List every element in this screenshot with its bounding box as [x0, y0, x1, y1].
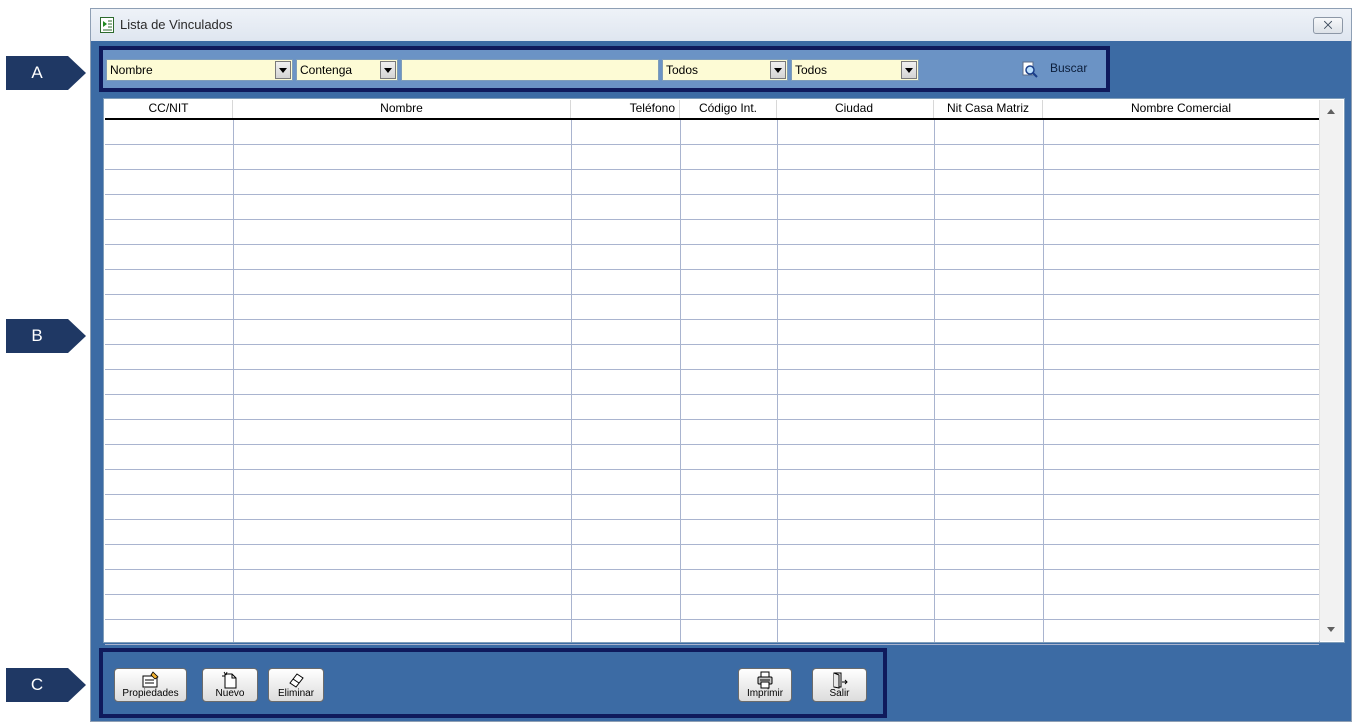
filter-select-1-value: Todos	[666, 63, 699, 77]
properties-button-label: Propiedades	[122, 688, 179, 699]
field-select[interactable]: Nombre	[106, 59, 293, 81]
callout-b-letter: B	[31, 326, 43, 345]
column-header-nombre-comercial[interactable]: Nombre Comercial	[1043, 100, 1319, 118]
results-grid[interactable]: CC/NIT Nombre Teléfono Código Int. Ciuda…	[103, 98, 1345, 645]
table-row[interactable]	[105, 145, 1319, 170]
grid-rows	[105, 120, 1319, 645]
grid-header: CC/NIT Nombre Teléfono Código Int. Ciuda…	[105, 100, 1319, 120]
properties-button[interactable]: Propiedades	[114, 668, 187, 702]
column-header-ciudad[interactable]: Ciudad	[777, 100, 934, 118]
column-header-ccnit[interactable]: CC/NIT	[105, 100, 233, 118]
exit-door-icon	[833, 672, 848, 689]
search-button[interactable]: Buscar	[1021, 60, 1097, 80]
table-row[interactable]	[105, 495, 1319, 520]
table-row[interactable]	[105, 470, 1319, 495]
column-divider	[777, 120, 778, 642]
printer-icon	[757, 671, 773, 689]
column-divider	[233, 120, 234, 642]
operator-select[interactable]: Contenga	[296, 59, 398, 81]
table-row[interactable]	[105, 570, 1319, 595]
magnifier-icon	[1022, 61, 1038, 78]
filter-select-2[interactable]: Todos	[791, 59, 919, 81]
table-row[interactable]	[105, 170, 1319, 195]
scroll-down-icon[interactable]	[1327, 627, 1335, 632]
new-button-label: Nuevo	[215, 688, 245, 699]
print-button[interactable]: Imprimir	[738, 668, 792, 702]
callout-a: A	[6, 56, 92, 90]
window-title: Lista de Vinculados	[120, 17, 233, 32]
title-bar: Lista de Vinculados ⨉	[91, 9, 1351, 41]
table-row[interactable]	[105, 120, 1319, 145]
document-list-icon	[100, 17, 114, 33]
table-row[interactable]	[105, 395, 1319, 420]
table-row[interactable]	[105, 270, 1319, 295]
field-select-value: Nombre	[110, 63, 153, 77]
table-row[interactable]	[105, 295, 1319, 320]
close-icon: ⨉	[1323, 19, 1333, 32]
column-header-telefono[interactable]: Teléfono	[571, 100, 680, 118]
column-divider	[934, 120, 935, 642]
column-header-nit-casa-matriz[interactable]: Nit Casa Matriz	[934, 100, 1043, 118]
lista-vinculados-window: Lista de Vinculados ⨉ Nombre Contenga To…	[90, 8, 1352, 722]
table-row[interactable]	[105, 620, 1319, 645]
table-row[interactable]	[105, 445, 1319, 470]
exit-button[interactable]: Salir	[812, 668, 867, 702]
properties-icon	[142, 671, 159, 688]
chevron-down-icon[interactable]	[275, 61, 291, 79]
table-row[interactable]	[105, 520, 1319, 545]
table-row[interactable]	[105, 595, 1319, 620]
vertical-scrollbar[interactable]	[1319, 100, 1343, 641]
table-row[interactable]	[105, 245, 1319, 270]
column-header-nombre[interactable]: Nombre	[233, 100, 571, 118]
column-header-codigo[interactable]: Código Int.	[680, 100, 777, 118]
delete-button-label: Eliminar	[277, 688, 315, 699]
callout-c: C	[6, 668, 92, 702]
new-document-icon	[222, 671, 237, 689]
callout-a-letter: A	[31, 63, 43, 82]
print-button-label: Imprimir	[746, 688, 784, 699]
search-button-label: Buscar	[1050, 61, 1088, 75]
table-row[interactable]	[105, 195, 1319, 220]
close-button[interactable]: ⨉	[1313, 17, 1343, 34]
table-row[interactable]	[105, 320, 1319, 345]
table-row[interactable]	[105, 420, 1319, 445]
filter-toolbar: Nombre Contenga Todos Todos Buscar	[99, 46, 1110, 92]
operator-select-value: Contenga	[300, 63, 353, 77]
action-button-bar: Propiedades Nuevo Eliminar Imprimir Sali…	[99, 648, 887, 718]
chevron-down-icon[interactable]	[901, 61, 917, 79]
callout-c-letter: C	[30, 675, 44, 694]
column-divider	[680, 120, 681, 642]
table-row[interactable]	[105, 545, 1319, 570]
scroll-up-icon[interactable]	[1327, 109, 1335, 114]
chevron-down-icon[interactable]	[380, 61, 396, 79]
filter-select-2-value: Todos	[795, 63, 828, 77]
new-button[interactable]: Nuevo	[202, 668, 258, 702]
eraser-icon	[289, 673, 304, 688]
column-divider	[571, 120, 572, 642]
table-row[interactable]	[105, 370, 1319, 395]
exit-button-label: Salir	[829, 688, 850, 699]
table-row[interactable]	[105, 345, 1319, 370]
callout-b: B	[6, 319, 92, 353]
delete-button[interactable]: Eliminar	[268, 668, 324, 702]
filter-select-1[interactable]: Todos	[662, 59, 788, 81]
column-divider	[1043, 120, 1044, 642]
chevron-down-icon[interactable]	[770, 61, 786, 79]
search-input[interactable]	[401, 59, 659, 81]
table-row[interactable]	[105, 220, 1319, 245]
